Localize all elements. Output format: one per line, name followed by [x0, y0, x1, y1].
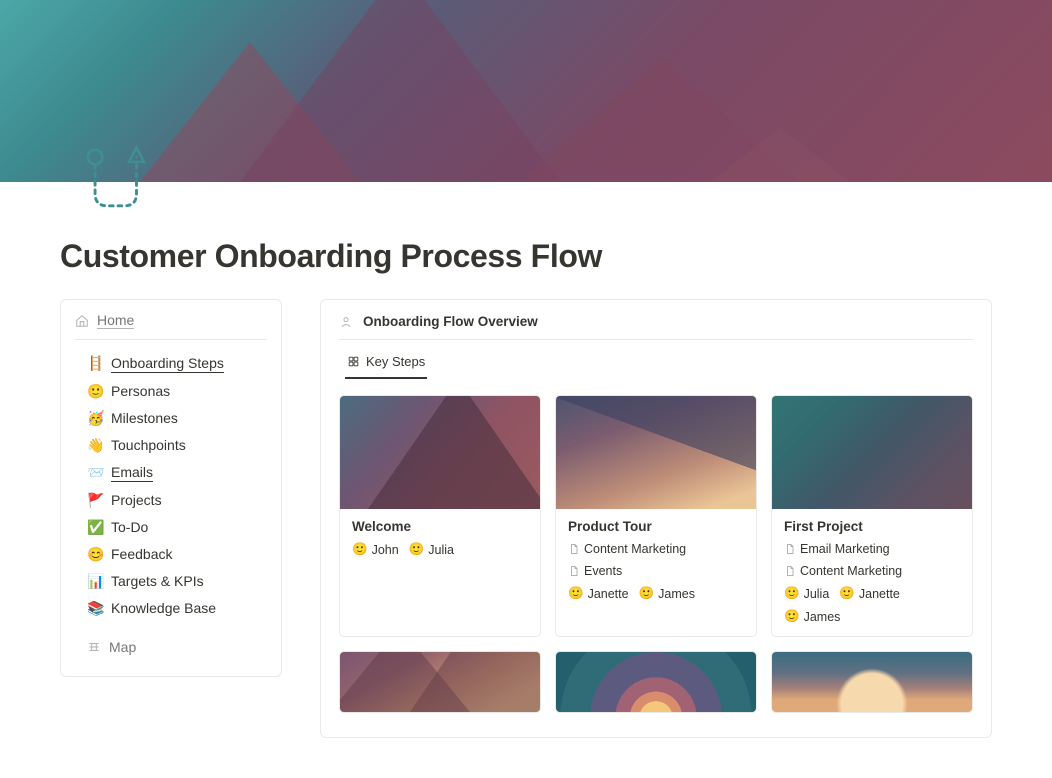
sidebar-item-label: Onboarding Steps: [111, 355, 224, 373]
tab-key-steps[interactable]: Key Steps: [345, 354, 427, 379]
page-doc-icon: [784, 565, 796, 577]
sidebar-item-label: Knowledge Base: [111, 600, 216, 617]
persona-tag[interactable]: 🙂James: [639, 586, 695, 601]
sidebar-item-label: Personas: [111, 383, 170, 400]
sidebar-item-label: Feedback: [111, 546, 172, 563]
card-cover: [340, 396, 540, 509]
sidebar-item[interactable]: 📚 Knowledge Base: [75, 595, 267, 622]
sidebar-item-emoji: 📨: [87, 464, 103, 481]
card-cover: [772, 396, 972, 509]
sidebar-item[interactable]: 🥳 Milestones: [75, 405, 267, 432]
sidebar-item[interactable]: 👋 Touchpoints: [75, 432, 267, 459]
related-page[interactable]: Events: [568, 564, 622, 578]
sidebar-item-emoji: 🚩: [87, 492, 103, 509]
sidebar-map-label: Map: [109, 639, 136, 655]
sidebar-item-label: Milestones: [111, 410, 178, 427]
sidebar-item-emoji: 📊: [87, 573, 103, 590]
sidebar-item[interactable]: 📊 Targets & KPIs: [75, 568, 267, 595]
sidebar-item-label: Emails: [111, 464, 153, 482]
sidebar-map[interactable]: Map: [75, 634, 267, 660]
sidebar-item-label: Projects: [111, 492, 162, 509]
persona-tag[interactable]: 🙂Janette: [568, 586, 629, 601]
page-doc-icon: [568, 565, 580, 577]
sidebar-item[interactable]: ✅ To-Do: [75, 514, 267, 541]
sidebar-item-emoji: 🥳: [87, 410, 103, 427]
gallery-card[interactable]: [555, 651, 757, 713]
sidebar-item-label: Targets & KPIs: [111, 573, 204, 590]
related-page[interactable]: Content Marketing: [568, 542, 686, 556]
page-icon[interactable]: [78, 140, 156, 218]
page-cover: [0, 0, 1052, 182]
overview-title: Onboarding Flow Overview: [363, 314, 538, 329]
person-icon: [339, 315, 353, 329]
sidebar-item[interactable]: 🚩 Projects: [75, 487, 267, 514]
sidebar-item[interactable]: 🙂 Personas: [75, 378, 267, 405]
page-doc-icon: [784, 543, 796, 555]
related-page[interactable]: Content Marketing: [784, 564, 902, 578]
sidebar-item-emoji: 😊: [87, 546, 103, 563]
map-icon: [87, 640, 101, 654]
persona-tag[interactable]: 🙂Julia: [784, 586, 829, 601]
gallery-card[interactable]: Welcome 🙂John 🙂Julia: [339, 395, 541, 637]
persona-tag[interactable]: 🙂Janette: [839, 586, 900, 601]
sidebar-item[interactable]: 🪜 Onboarding Steps: [75, 350, 267, 378]
sidebar-item-label: To-Do: [111, 519, 148, 536]
gallery-card[interactable]: [771, 651, 973, 713]
sidebar-item-emoji: 🙂: [87, 383, 103, 400]
persona-tag[interactable]: 🙂Julia: [409, 542, 454, 557]
home-icon: [75, 314, 89, 328]
sidebar-panel: Home 🪜 Onboarding Steps 🙂 Personas 🥳 Mileston…: [60, 299, 282, 677]
sidebar-item-emoji: 📚: [87, 600, 103, 617]
gallery-card[interactable]: First Project Email Marketing Content Mark…: [771, 395, 973, 637]
card-title: Product Tour: [568, 519, 744, 534]
related-page[interactable]: Email Marketing: [784, 542, 890, 556]
card-cover: [772, 652, 972, 712]
gallery-card[interactable]: [339, 651, 541, 713]
tab-label: Key Steps: [366, 354, 425, 369]
sidebar-home[interactable]: Home: [75, 312, 267, 340]
sidebar-item-label: Touchpoints: [111, 437, 186, 454]
sidebar-item-emoji: ✅: [87, 519, 103, 536]
sidebar-item[interactable]: 📨 Emails: [75, 459, 267, 487]
page-title[interactable]: Customer Onboarding Process Flow: [60, 182, 992, 275]
sidebar-home-label: Home: [97, 312, 134, 329]
gallery-card[interactable]: Product Tour Content Marketing Events 🙂Jane…: [555, 395, 757, 637]
card-title: Welcome: [352, 519, 528, 534]
sidebar-item-emoji: 👋: [87, 437, 103, 454]
overview-panel: Onboarding Flow Overview Key Steps Welco…: [320, 299, 992, 738]
card-cover: [556, 396, 756, 509]
card-title: First Project: [784, 519, 960, 534]
sidebar-item[interactable]: 😊 Feedback: [75, 541, 267, 568]
sidebar-item-emoji: 🪜: [87, 355, 103, 372]
card-cover: [556, 652, 756, 712]
card-cover: [340, 652, 540, 712]
gallery-icon: [347, 355, 360, 368]
page-doc-icon: [568, 543, 580, 555]
persona-tag[interactable]: 🙂John: [352, 542, 399, 557]
